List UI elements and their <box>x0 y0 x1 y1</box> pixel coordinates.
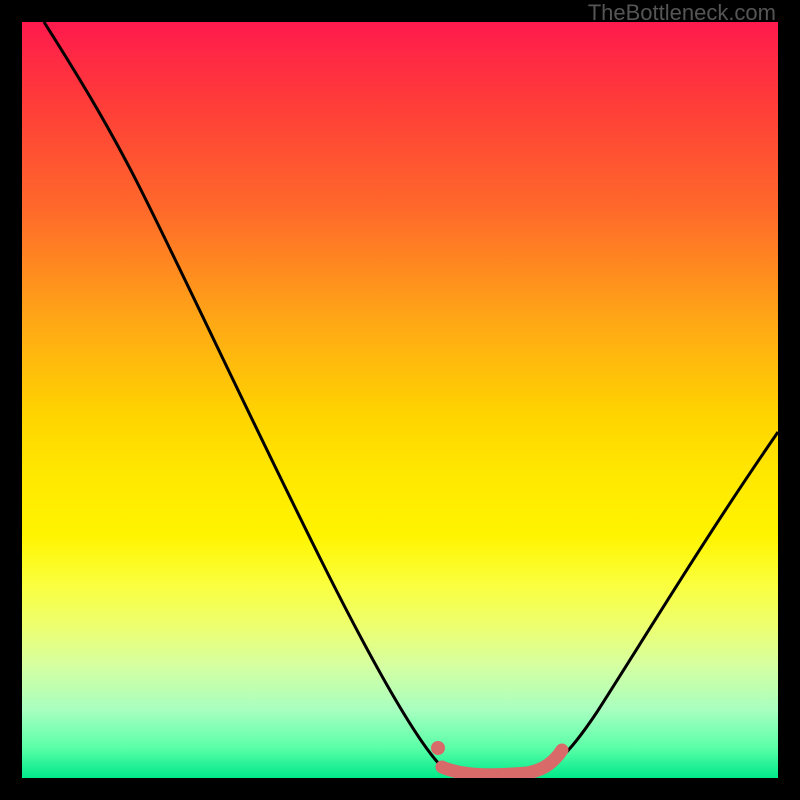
highlight-start-dot <box>431 741 445 755</box>
chart-frame <box>22 22 778 778</box>
optimal-range-highlight-line <box>442 750 562 775</box>
chart-svg <box>22 22 778 778</box>
bottleneck-curve-line <box>44 22 778 775</box>
